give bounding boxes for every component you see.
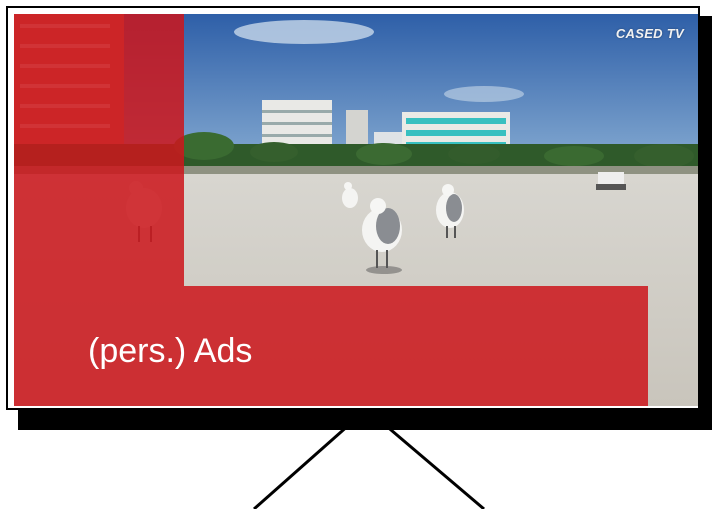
tv-stand-icon	[253, 422, 485, 509]
